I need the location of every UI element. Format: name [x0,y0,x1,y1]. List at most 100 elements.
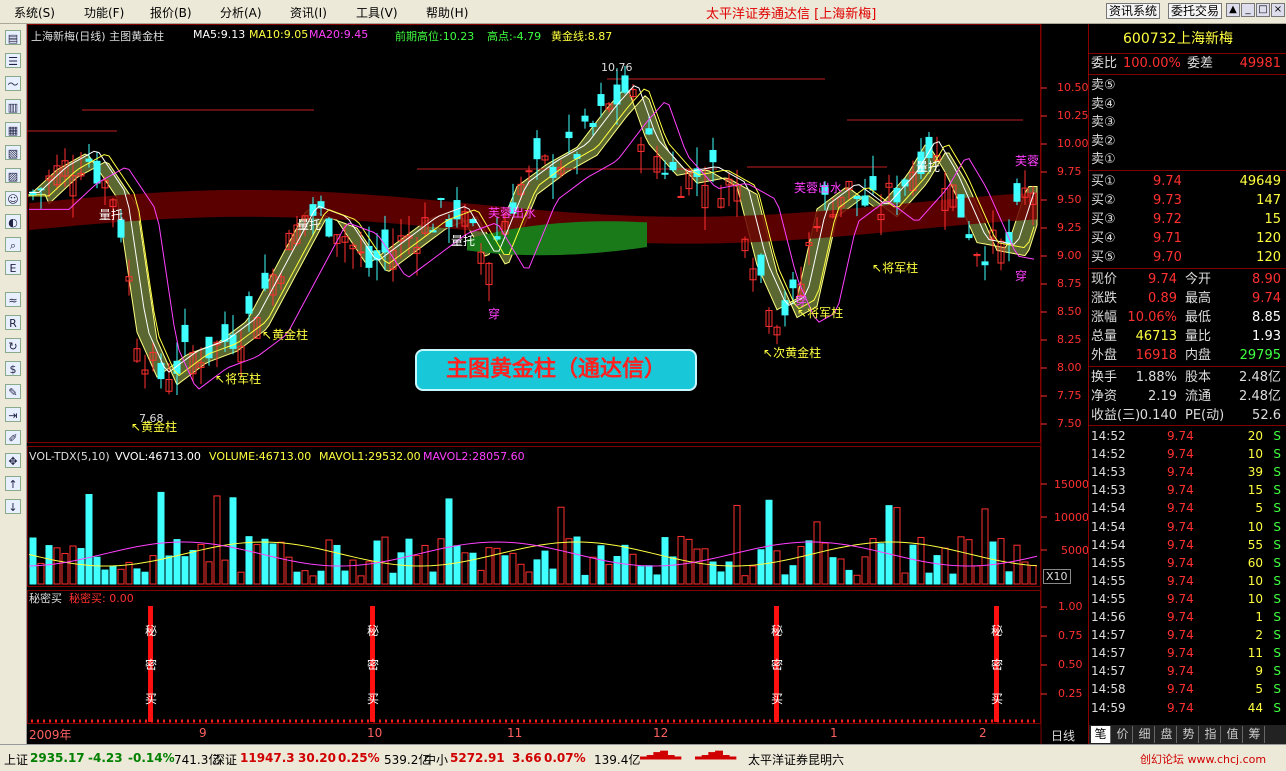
quote-tab[interactable]: 盘 [1157,726,1177,743]
tool-report-icon[interactable]: ▦ [5,122,21,137]
volume-bar [733,504,741,585]
tool-export-icon[interactable]: ⇥ [5,407,21,422]
tick-volume: 1 [1255,610,1263,624]
candle-body [813,226,821,229]
volume-bar [453,545,461,585]
tick-volume: 2 [1255,628,1263,643]
tick-time: 14:57 [1091,628,1126,643]
sell-level-row[interactable]: 卖④ [1089,95,1286,114]
tool-up-icon[interactable]: ↑ [5,476,21,491]
tool-search-icon[interactable]: ⌕ [5,237,21,252]
sell-level-row[interactable]: 卖① [1089,150,1286,169]
volume-bar [957,536,965,585]
annotation-chuan-2: 穿 [795,294,808,308]
tool-chart-icon[interactable]: ◐ [5,214,21,229]
watermark: 创幻论坛 www.chcj.com [1140,753,1267,766]
volume-label: VOLUME:46713.00 [209,450,312,463]
tool-down-icon[interactable]: ↓ [5,499,21,514]
maximize-icon[interactable]: □ [1256,3,1270,17]
tool-table-icon[interactable]: ▧ [5,145,21,160]
sell-level-row[interactable]: 卖② [1089,132,1286,151]
minimize-icon[interactable]: _ [1241,3,1255,17]
period-label[interactable]: 日线 [1051,727,1075,744]
tick-time: 14:55 [1091,591,1126,606]
tick-row: 14:57 9.74 11 S [1089,644,1286,662]
sell-level-row[interactable]: 卖③ [1089,113,1286,132]
buy-level-row[interactable]: 买③ 9.72 15 [1089,210,1286,229]
menu-function[interactable]: 功能(F) [84,4,124,21]
info-system-button[interactable]: 资讯系统 [1106,3,1161,19]
tool-users-icon[interactable]: ☺ [5,191,21,206]
candle-body [965,234,973,239]
menu-quote[interactable]: 报价(B) [150,4,192,21]
price-tick: 10.50 [1057,81,1089,94]
quote-tab[interactable]: 指 [1201,726,1221,743]
tool-wrench-icon[interactable]: ✎ [5,384,21,399]
tick-row: 14:57 9.74 2 S [1089,626,1286,644]
menu-analysis[interactable]: 分析(A) [220,4,262,21]
menu-info[interactable]: 资讯(I) [290,4,327,21]
sell-level-row[interactable]: 卖⑤ [1089,76,1286,95]
tool-pen-icon[interactable]: ✐ [5,430,21,445]
annotation-text: 将军柱 [807,306,844,320]
tool-dollar-icon[interactable]: $ [5,361,21,376]
candle-body [957,194,965,218]
tool-folder-icon[interactable]: ▨ [5,168,21,183]
tool-rsi-icon[interactable]: R [5,315,21,330]
quote-tab[interactable]: 势 [1179,726,1199,743]
tool-etf-icon[interactable]: E [5,260,21,275]
high-value-label: 10.76 [601,61,633,74]
sh-label: 上证 [4,753,29,767]
tool-wave-icon[interactable]: ≈ [5,292,21,307]
volume-bar [1029,565,1037,585]
tick-row: 14:56 9.74 1 S [1089,608,1286,626]
collapse-icon[interactable]: ▲ [1226,3,1240,17]
quote-tab[interactable]: 值 [1223,726,1243,743]
quote-tab[interactable]: 价 [1113,726,1133,743]
tool-kline-icon[interactable]: ▥ [5,99,21,114]
stat-label: 收益(三) [1091,408,1141,423]
market-meter-icon-2: ▂▃▅▆▃▂ [695,749,736,760]
secret-buy-char: 密 [991,658,1004,672]
menu-tools[interactable]: 工具(V) [356,4,398,21]
candle-body [221,324,229,342]
tool-refresh-icon[interactable]: ↻ [5,338,21,353]
tick-time: 14:56 [1091,610,1126,624]
candle-body [861,195,869,206]
buy-level-row[interactable]: 买② 9.73 147 [1089,191,1286,210]
buy-level-row[interactable]: 买⑤ 9.70 120 [1089,248,1286,267]
stock-name: 上海新梅 [1177,31,1233,47]
secret-buy-char: 密 [145,658,158,672]
volume-bar [837,558,845,585]
buy-level-row[interactable]: 买① 9.74 49649 [1089,172,1286,191]
tick-price: 9.74 [1167,483,1194,498]
quote-tab[interactable]: 筹 [1245,726,1265,743]
menu-system[interactable]: 系统(S) [14,4,55,21]
volume-bar [701,548,709,585]
stat-value: 0.140 [1139,408,1177,423]
quote-tab[interactable]: 细 [1135,726,1155,743]
close-icon[interactable]: × [1271,3,1285,17]
quote-stat-row: 涨跌 0.89 最高 9.74 [1089,289,1286,308]
buy-level-volume: 120 [1256,231,1281,246]
candle-body [677,195,685,198]
buy-level-row[interactable]: 买④ 9.71 120 [1089,229,1286,248]
secret-buy-char: 秘 [367,624,380,638]
tool-list-icon[interactable]: ☰ [5,53,21,68]
quote-tab[interactable]: 笔 [1091,726,1111,743]
tool-quote-icon[interactable]: ▤ [5,30,21,45]
candle-body [757,254,765,276]
volume-bar [557,506,565,585]
quote-tabs: 笔价细盘势指值筹 [1089,725,1286,744]
chart-area[interactable]: 上海新梅(日线) 主图黄金柱 MA5:9.13 MA10:9.05 MA20:9… [27,24,1089,744]
volume-bar [53,547,61,585]
volume-bar [405,538,413,585]
tool-trend-icon[interactable]: 〜 [5,76,21,91]
tick-side: S [1273,628,1281,643]
tool-move-icon[interactable]: ✥ [5,453,21,468]
volume-bar [325,539,333,585]
tick-side: S [1273,682,1281,697]
trade-button[interactable]: 委托交易 [1168,3,1223,19]
menu-help[interactable]: 帮助(H) [426,4,468,21]
tick-row: 14:58 9.74 5 S [1089,680,1286,698]
